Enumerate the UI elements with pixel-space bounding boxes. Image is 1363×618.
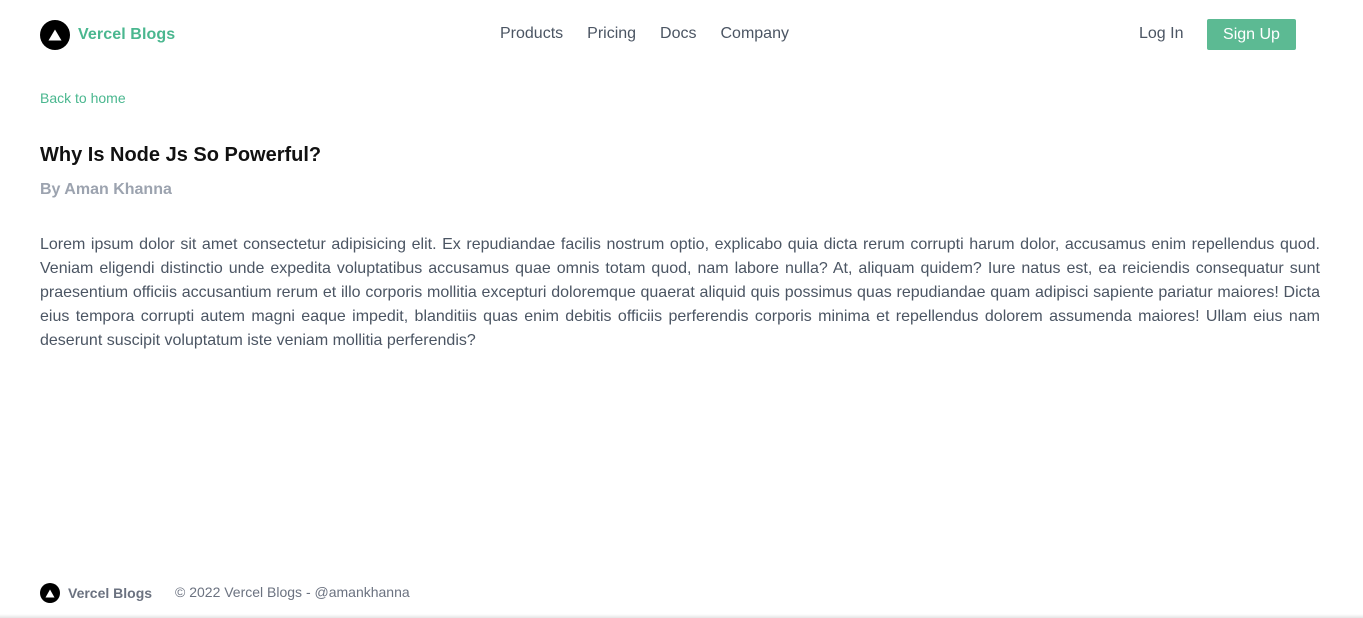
nav-item-company[interactable]: Company <box>721 24 789 44</box>
copyright-text: © 2022 Vercel Blogs - @amankhanna <box>175 584 410 600</box>
nav-item-docs[interactable]: Docs <box>660 24 696 44</box>
triangle-logo-icon <box>40 583 60 603</box>
back-to-home-link[interactable]: Back to home <box>40 90 126 107</box>
site-header: Vercel Blogs Products Pricing Docs Compa… <box>0 0 1363 70</box>
footer-brand-link[interactable]: Vercel Blogs <box>40 583 152 603</box>
post-author: By Aman Khanna <box>40 181 172 198</box>
site-footer: Vercel Blogs © 2022 Vercel Blogs - @aman… <box>0 572 1363 618</box>
triangle-logo-icon <box>40 20 70 50</box>
brand-name: Vercel Blogs <box>78 26 176 43</box>
brand-link[interactable]: Vercel Blogs <box>40 20 175 50</box>
post-body: Lorem ipsum dolor sit amet consectetur a… <box>40 236 1320 349</box>
page: Vercel Blogs Products Pricing Docs Compa… <box>0 0 1363 618</box>
signup-button[interactable]: Sign Up <box>1207 19 1296 50</box>
login-link[interactable]: Log In <box>1139 24 1183 44</box>
bottom-shadow <box>0 614 1363 618</box>
main-nav: Products Pricing Docs Company <box>500 24 813 44</box>
nav-item-pricing[interactable]: Pricing <box>587 24 636 44</box>
post-title: Why Is Node Js So Powerful? <box>40 144 322 166</box>
nav-item-products[interactable]: Products <box>500 24 563 44</box>
footer-brand-name: Vercel Blogs <box>68 585 153 601</box>
